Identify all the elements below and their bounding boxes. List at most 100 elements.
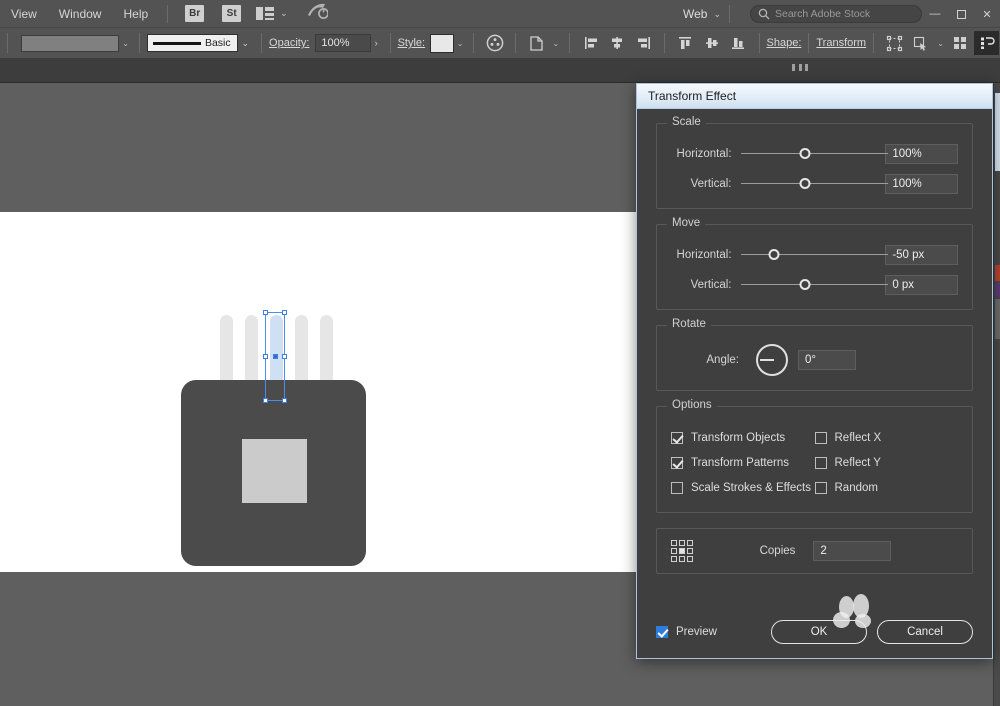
- rail-panel-top[interactable]: [995, 93, 1000, 171]
- bridge-icon[interactable]: Br: [185, 5, 204, 22]
- checkbox-transform-patterns[interactable]: Transform Patterns: [671, 450, 815, 475]
- isolate-chevron-down-icon[interactable]: ⌄: [934, 39, 947, 48]
- move-group: Move Horizontal: -50 px Vertical: 0 p: [656, 224, 973, 310]
- refpoint-bottom-left[interactable]: [671, 556, 677, 562]
- rail-panel-swatch-purple[interactable]: [995, 283, 1000, 297]
- refpoint-top-left[interactable]: [671, 540, 677, 546]
- menu-view[interactable]: View: [0, 3, 48, 25]
- transform-bounds-button[interactable]: [882, 31, 907, 55]
- menu-window[interactable]: Window: [48, 3, 113, 25]
- copies-field-wrap: Copies 2: [693, 541, 958, 561]
- align-bottom-icon: [730, 35, 746, 51]
- stroke-chevron-down-icon[interactable]: ⌄: [242, 38, 250, 49]
- anchor-top-left[interactable]: [263, 310, 268, 315]
- scale-vertical-input[interactable]: 100%: [885, 174, 958, 194]
- transform-button[interactable]: Transform: [816, 37, 866, 49]
- anchor-center[interactable]: [273, 354, 278, 359]
- move-horizontal-slider[interactable]: [741, 248, 876, 262]
- menu-bar: View Window Help Br St ⌄ Web ⌄: [0, 0, 1000, 28]
- graphic-style-swatch[interactable]: [430, 34, 454, 53]
- window-maximize-button[interactable]: [948, 0, 974, 28]
- web-label[interactable]: Web: [683, 7, 707, 21]
- window-close-button[interactable]: ✕: [974, 0, 1000, 28]
- anchor-mid-left[interactable]: [263, 354, 268, 359]
- move-vertical-input[interactable]: 0 px: [885, 275, 958, 295]
- search-input[interactable]: Search Adobe Stock: [750, 5, 922, 23]
- opacity-label[interactable]: Opacity:: [269, 37, 309, 49]
- right-panel-rail[interactable]: [993, 83, 1000, 706]
- workspace-switcher[interactable]: ⌄: [256, 7, 288, 20]
- isolate-selected-object-button[interactable]: [909, 31, 934, 55]
- refpoint-top-center[interactable]: [679, 540, 685, 546]
- align-bottom-button[interactable]: [726, 31, 751, 55]
- align-center-vertical-button[interactable]: [699, 31, 724, 55]
- checkbox-transform-patterns-box[interactable]: [671, 457, 683, 469]
- slider-knob[interactable]: [800, 178, 811, 189]
- align-center-horizontal-button[interactable]: [605, 31, 630, 55]
- style-chevron-down-icon[interactable]: ⌄: [454, 39, 467, 48]
- checkbox-reflect-y-box[interactable]: [815, 457, 827, 469]
- opacity-more-icon[interactable]: ›: [375, 38, 378, 48]
- rail-panel-swatch-gray[interactable]: [995, 299, 1000, 339]
- transform-effect-dialog[interactable]: Transform Effect Scale Horizontal: 100% …: [636, 83, 993, 659]
- ok-button[interactable]: OK: [771, 620, 867, 644]
- align-left-button[interactable]: [578, 31, 603, 55]
- anchor-mid-right[interactable]: [282, 354, 287, 359]
- checkbox-random-box[interactable]: [815, 482, 827, 494]
- checkbox-scale-strokes-effects-box[interactable]: [671, 482, 683, 494]
- scale-horizontal-slider[interactable]: [741, 147, 876, 161]
- slider-knob[interactable]: [769, 249, 780, 260]
- checkbox-reflect-x-box[interactable]: [815, 432, 827, 444]
- reference-point-selector[interactable]: [671, 540, 693, 562]
- rail-panel-swatch-red[interactable]: [995, 265, 1000, 281]
- checkbox-transform-objects[interactable]: Transform Objects: [671, 425, 815, 450]
- slider-knob[interactable]: [800, 279, 811, 290]
- panel-toggle-button[interactable]: [974, 31, 999, 55]
- stock-icon[interactable]: St: [222, 5, 241, 22]
- opacity-input[interactable]: 100%: [315, 34, 370, 52]
- rotate-angle-input[interactable]: 0°: [798, 350, 856, 370]
- recolor-artwork-button[interactable]: [482, 31, 507, 55]
- refpoint-mid-left[interactable]: [671, 548, 677, 554]
- anchor-bottom-right[interactable]: [282, 398, 287, 403]
- document-chevron-down-icon[interactable]: ⌄: [550, 39, 563, 48]
- checkbox-reflect-x-label: Reflect X: [835, 432, 882, 444]
- checkbox-reflect-x[interactable]: Reflect X: [815, 425, 959, 450]
- artwork-inner-square[interactable]: [242, 439, 307, 503]
- scale-vertical-slider[interactable]: [741, 177, 876, 191]
- style-label[interactable]: Style:: [398, 37, 426, 49]
- move-vertical-slider[interactable]: [741, 278, 876, 292]
- scale-horizontal-input[interactable]: 100%: [885, 144, 958, 164]
- align-right-button[interactable]: [631, 31, 656, 55]
- anchor-top-right[interactable]: [282, 310, 287, 315]
- arrange-documents-button[interactable]: [948, 31, 973, 55]
- checkbox-scale-strokes-effects[interactable]: Scale Strokes & Effects: [671, 475, 815, 500]
- align-top-button[interactable]: [673, 31, 698, 55]
- checkbox-random[interactable]: Random: [815, 475, 959, 500]
- cancel-button[interactable]: Cancel: [877, 620, 973, 644]
- refpoint-center[interactable]: [679, 548, 685, 554]
- search-adobe-stock-icon[interactable]: [306, 2, 328, 25]
- stroke-profile-select[interactable]: Basic: [147, 34, 238, 52]
- copies-input[interactable]: 2: [813, 541, 891, 561]
- checkbox-reflect-y[interactable]: Reflect Y: [815, 450, 959, 475]
- window-minimize-button[interactable]: —: [922, 0, 948, 28]
- menu-help[interactable]: Help: [112, 3, 159, 25]
- fill-chevron-down-icon[interactable]: ⌄: [119, 39, 132, 48]
- checkbox-preview-box[interactable]: [656, 626, 668, 638]
- checkbox-transform-objects-box[interactable]: [671, 432, 683, 444]
- panel-drag-handle[interactable]: [792, 64, 808, 72]
- move-vertical-label: Vertical:: [671, 279, 732, 291]
- web-chevron-down-icon[interactable]: ⌄: [713, 9, 721, 20]
- slider-knob[interactable]: [800, 148, 811, 159]
- move-horizontal-input[interactable]: -50 px: [885, 245, 958, 265]
- options-left-column: Transform Objects Transform Patterns Sca…: [671, 425, 815, 500]
- rotate-angle-dial[interactable]: [756, 344, 788, 376]
- shape-label[interactable]: Shape:: [767, 37, 802, 49]
- fill-color-swatch[interactable]: [21, 35, 119, 52]
- refpoint-bottom-center[interactable]: [679, 556, 685, 562]
- document-setup-button[interactable]: [524, 31, 549, 55]
- anchor-bottom-left[interactable]: [263, 398, 268, 403]
- selection-bounding-box[interactable]: [265, 312, 285, 401]
- rail-panel-mid[interactable]: [995, 175, 1000, 261]
